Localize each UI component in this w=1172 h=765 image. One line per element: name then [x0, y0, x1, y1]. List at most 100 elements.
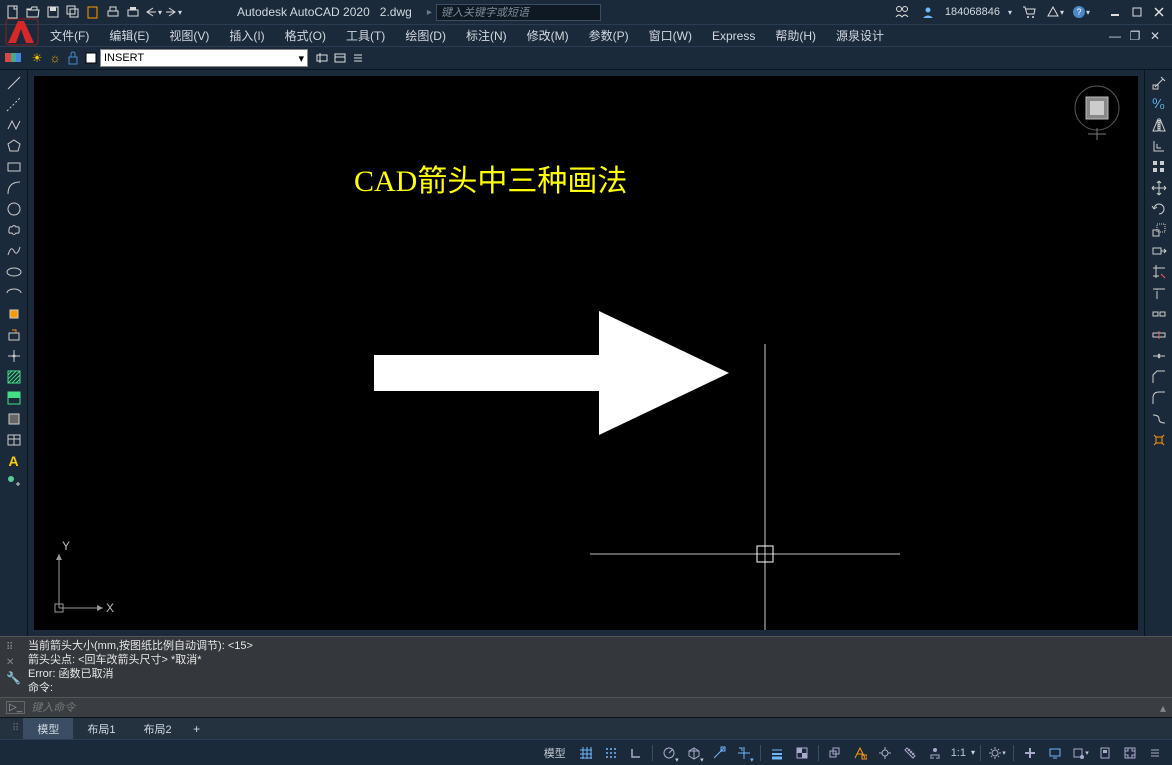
search-input[interactable]: 键入关键字或短语: [436, 4, 601, 21]
layer-lock-icon[interactable]: [64, 49, 82, 67]
command-area: ⠿ ✕ 🔧 当前箭头大小(mm,按图纸比例自动调节): <15> 箭头尖点: <…: [0, 636, 1172, 717]
print-icon[interactable]: [124, 3, 142, 21]
cmd-expand-icon[interactable]: ▴: [1160, 701, 1166, 715]
scale-icon[interactable]: [1148, 221, 1170, 239]
menu-parametric[interactable]: 参数(P): [579, 25, 639, 46]
tab-model[interactable]: 模型: [23, 718, 73, 739]
layer-prev-icon[interactable]: [313, 49, 331, 67]
rectangle-icon[interactable]: [3, 158, 25, 176]
circle-icon[interactable]: [3, 200, 25, 218]
layer-state-icon[interactable]: [331, 49, 349, 67]
break-icon[interactable]: [1148, 305, 1170, 323]
tab-handle-icon[interactable]: ⠿: [8, 723, 23, 734]
chamfer-icon[interactable]: [1148, 368, 1170, 386]
join-icon[interactable]: [1148, 347, 1170, 365]
addselect-icon[interactable]: [3, 473, 25, 491]
drawing-canvas[interactable]: CAD箭头中三种画法 Y X: [34, 76, 1138, 630]
plot-icon[interactable]: [104, 3, 122, 21]
doc-restore-icon[interactable]: ❐: [1126, 27, 1144, 45]
array-icon[interactable]: [1148, 158, 1170, 176]
cmd-tool-icon[interactable]: 🔧: [6, 671, 28, 685]
redo-icon[interactable]: ▾: [164, 3, 182, 21]
layer-bulb-icon[interactable]: ☀: [28, 49, 46, 67]
move-icon[interactable]: [1148, 179, 1170, 197]
tab-layout1[interactable]: 布局1: [73, 718, 129, 739]
layer-properties-icon[interactable]: [4, 49, 22, 67]
polygon-icon[interactable]: [3, 137, 25, 155]
user-id[interactable]: 184068846: [945, 6, 1000, 18]
chevron-down-icon[interactable]: ▾: [1008, 8, 1012, 17]
copy-icon[interactable]: ⁰⁄₀: [1148, 95, 1170, 113]
saveall-icon[interactable]: [64, 3, 82, 21]
mtext-icon[interactable]: A: [3, 452, 25, 470]
trim-icon[interactable]: [1148, 263, 1170, 281]
tab-add-icon[interactable]: +: [186, 722, 208, 736]
doc-close-icon[interactable]: ✕: [1146, 27, 1164, 45]
menu-yuanquan[interactable]: 源泉设计: [826, 25, 894, 46]
offset-icon[interactable]: [1148, 137, 1170, 155]
ellipse-icon[interactable]: [3, 263, 25, 281]
drawing-area-wrap: CAD箭头中三种画法 Y X: [28, 70, 1144, 636]
extend-icon[interactable]: [1148, 284, 1170, 302]
break2-icon[interactable]: [1148, 326, 1170, 344]
minimize-icon[interactable]: [1106, 3, 1124, 21]
cmd-handle-icon[interactable]: ⠿: [6, 641, 28, 655]
insert-block-icon[interactable]: [3, 305, 25, 323]
cmd-close-icon[interactable]: ✕: [6, 656, 28, 670]
stretch-icon[interactable]: [1148, 242, 1170, 260]
layer-match-icon[interactable]: [349, 49, 367, 67]
mirror-icon[interactable]: [1148, 116, 1170, 134]
hatch-icon[interactable]: [3, 368, 25, 386]
menu-window[interactable]: 窗口(W): [639, 25, 702, 46]
user-icon[interactable]: [919, 3, 937, 21]
point-icon[interactable]: [3, 347, 25, 365]
menu-draw[interactable]: 绘图(D): [395, 25, 456, 46]
erase-icon[interactable]: [1148, 74, 1170, 92]
menu-edit[interactable]: 编辑(E): [99, 25, 159, 46]
explode-icon[interactable]: [1148, 431, 1170, 449]
maximize-icon[interactable]: [1128, 3, 1146, 21]
revcloud-icon[interactable]: [3, 221, 25, 239]
menu-tools[interactable]: 工具(T): [336, 25, 395, 46]
menu-file[interactable]: 文件(F): [40, 25, 99, 46]
menu-dimension[interactable]: 标注(N): [456, 25, 517, 46]
layer-freeze-icon[interactable]: ☼: [46, 49, 64, 67]
viewcube-icon[interactable]: [1068, 84, 1126, 144]
fillet-icon[interactable]: [1148, 389, 1170, 407]
blend-icon[interactable]: [1148, 410, 1170, 428]
menu-express[interactable]: Express: [702, 27, 765, 45]
region-icon[interactable]: [3, 410, 25, 428]
polyline-icon[interactable]: [3, 116, 25, 134]
rotate-icon[interactable]: [1148, 200, 1170, 218]
search-arrow-icon: ▸: [427, 7, 432, 18]
doc-minimize-icon[interactable]: —: [1106, 27, 1124, 45]
menu-format[interactable]: 格式(O): [275, 25, 336, 46]
menu-view[interactable]: 视图(V): [159, 25, 219, 46]
close-icon[interactable]: [1150, 3, 1168, 21]
svg-text:Y: Y: [62, 540, 70, 553]
cart-icon[interactable]: [1020, 3, 1038, 21]
autocad-logo-icon[interactable]: [4, 17, 40, 47]
layer-combo[interactable]: INSERT ▾: [100, 49, 308, 67]
help-icon[interactable]: ?▾: [1072, 3, 1090, 21]
gradient-icon[interactable]: [3, 389, 25, 407]
layer-color-icon[interactable]: [82, 49, 100, 67]
save-icon[interactable]: [44, 3, 62, 21]
make-block-icon[interactable]: [3, 326, 25, 344]
app-icon[interactable]: ▾: [1046, 3, 1064, 21]
tab-layout2[interactable]: 布局2: [129, 718, 185, 739]
layer-name: INSERT: [104, 52, 144, 64]
undo-icon[interactable]: ▾: [144, 3, 162, 21]
cloud-icon[interactable]: [84, 3, 102, 21]
menu-insert[interactable]: 插入(I): [219, 25, 274, 46]
menu-modify[interactable]: 修改(M): [517, 25, 579, 46]
arc-icon[interactable]: [3, 179, 25, 197]
xline-icon[interactable]: [3, 95, 25, 113]
table-icon[interactable]: [3, 431, 25, 449]
menu-help[interactable]: 帮助(H): [765, 25, 826, 46]
ellipse-arc-icon[interactable]: [3, 284, 25, 302]
signin-icon[interactable]: [893, 3, 911, 21]
line-icon[interactable]: [3, 74, 25, 92]
spline-icon[interactable]: [3, 242, 25, 260]
command-input[interactable]: [31, 702, 1154, 714]
